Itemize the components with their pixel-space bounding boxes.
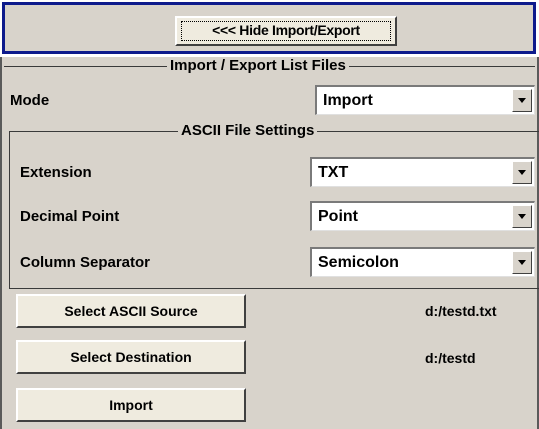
decimal-point-label: Decimal Point xyxy=(20,208,120,225)
decimal-point-select[interactable]: Point xyxy=(310,201,535,231)
hide-import-export-label: <<< Hide Import/Export xyxy=(212,22,360,38)
toolbar: <<< Hide Import/Export xyxy=(2,2,536,54)
decimal-point-value: Point xyxy=(318,208,358,225)
mode-value: Import xyxy=(323,92,373,109)
chevron-down-icon[interactable] xyxy=(512,251,532,274)
hide-import-export-button[interactable]: <<< Hide Import/Export xyxy=(175,16,397,46)
chevron-down-icon[interactable] xyxy=(512,205,532,228)
import-export-panel: Import / Export List Files Mode Import A… xyxy=(0,57,539,429)
select-ascii-source-button[interactable]: Select ASCII Source xyxy=(16,294,246,328)
chevron-down-icon[interactable] xyxy=(512,89,532,112)
import-export-group-title: Import / Export List Files xyxy=(167,57,349,75)
select-destination-button[interactable]: Select Destination xyxy=(16,340,246,374)
mode-label: Mode xyxy=(10,92,50,109)
extension-select[interactable]: TXT xyxy=(310,157,535,187)
column-separator-value: Semicolon xyxy=(318,254,399,271)
destination-path: d:/testd xyxy=(425,350,476,366)
source-file-path: d:/testd.txt xyxy=(425,303,497,319)
ascii-settings-title: ASCII File Settings xyxy=(178,122,318,140)
import-button[interactable]: Import xyxy=(16,388,246,422)
chevron-down-icon[interactable] xyxy=(512,161,532,184)
extension-value: TXT xyxy=(318,164,349,181)
column-separator-label: Column Separator xyxy=(20,254,151,271)
mode-select[interactable]: Import xyxy=(315,85,535,115)
column-separator-select[interactable]: Semicolon xyxy=(310,247,535,277)
extension-label: Extension xyxy=(20,164,92,181)
